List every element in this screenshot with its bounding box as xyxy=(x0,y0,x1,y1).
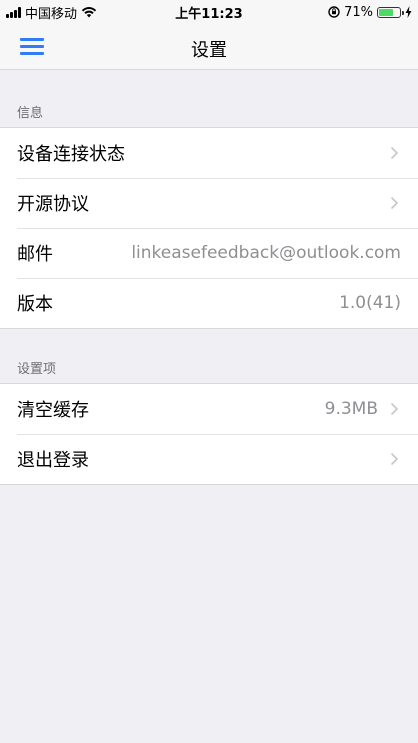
battery-icon xyxy=(377,6,404,18)
battery-percent: 71% xyxy=(344,4,373,20)
status-right: 71% xyxy=(328,4,412,20)
row-label: 清空缓存 xyxy=(17,400,89,421)
chevron-right-icon xyxy=(390,452,399,466)
chevron-right-icon xyxy=(390,146,399,160)
battery-fill xyxy=(379,8,394,16)
chevron-right-icon xyxy=(390,402,399,416)
cache-size-value: 9.3MB xyxy=(324,399,378,419)
section-header-info: 信息 xyxy=(17,106,44,121)
row-label: 邮件 xyxy=(17,244,53,265)
navigation-bar: 设置 xyxy=(0,24,418,70)
row-version: 版本 1.0(41) xyxy=(0,278,418,328)
row-label: 设备连接状态 xyxy=(17,144,125,165)
settings-group-info: 设备连接状态 开源协议 邮件 linkeasefeedback@outlook.… xyxy=(0,127,418,329)
row-device-connection-status[interactable]: 设备连接状态 xyxy=(0,128,418,178)
row-open-source-license[interactable]: 开源协议 xyxy=(0,178,418,228)
email-value: linkeasefeedback@outlook.com xyxy=(131,243,401,263)
status-bar: 中国移动 上午11:23 71% xyxy=(0,0,418,24)
page-title: 设置 xyxy=(191,40,227,61)
version-value: 1.0(41) xyxy=(339,293,401,313)
section-header-settings: 设置项 xyxy=(17,362,57,377)
settings-group-options: 清空缓存 9.3MB 退出登录 xyxy=(0,383,418,485)
row-logout[interactable]: 退出登录 xyxy=(0,434,418,484)
row-clear-cache[interactable]: 清空缓存 9.3MB xyxy=(0,384,418,434)
chevron-right-icon xyxy=(390,196,399,210)
row-label: 开源协议 xyxy=(17,194,89,215)
row-label: 版本 xyxy=(17,294,53,315)
row-label: 退出登录 xyxy=(17,450,89,471)
charging-bolt-icon xyxy=(405,6,412,18)
orientation-lock-icon xyxy=(328,6,340,18)
row-email[interactable]: 邮件 linkeasefeedback@outlook.com xyxy=(0,228,418,278)
